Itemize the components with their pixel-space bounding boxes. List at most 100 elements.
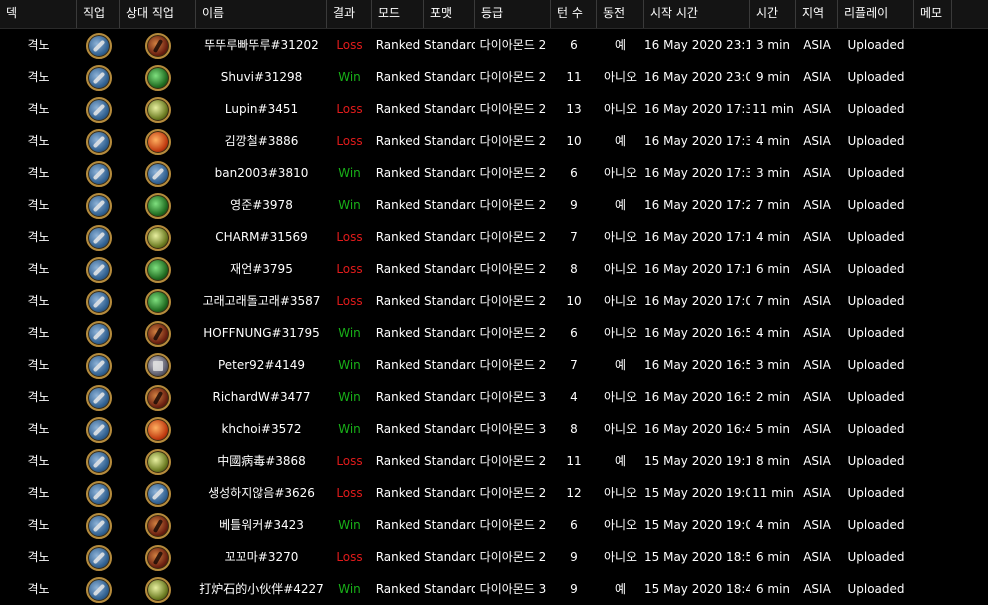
replay-status[interactable]: Uploaded xyxy=(838,93,914,125)
class-cell xyxy=(77,61,120,93)
rank: 다이아몬드 2 xyxy=(479,358,547,372)
replay-status[interactable]: Uploaded xyxy=(838,221,914,253)
deck-cell: 격노 xyxy=(27,518,50,532)
memo xyxy=(914,413,952,445)
column-header-memo[interactable]: 메모 xyxy=(914,0,952,28)
result: Loss xyxy=(336,294,363,308)
table-row[interactable]: 격노 打炉石的小伙伴#4227 Win Ranked Standard 다이아몬… xyxy=(0,573,988,605)
deck-cell: 격노 xyxy=(27,166,50,180)
table-row[interactable]: 격노 ban2003#3810 Win Ranked Standard 다이아몬… xyxy=(0,157,988,189)
deck-cell: 격노 xyxy=(27,582,50,596)
table-row[interactable]: 격노 Peter92#4149 Win Ranked Standard 다이아몬… xyxy=(0,349,988,381)
replay-status[interactable]: Uploaded xyxy=(838,285,914,317)
duration: 8 min xyxy=(755,454,791,468)
format: Standard xyxy=(424,454,475,468)
memo xyxy=(914,349,952,381)
column-header-mode[interactable]: 모드 xyxy=(372,0,424,28)
priest-icon xyxy=(145,352,171,379)
druid-icon xyxy=(145,256,171,283)
column-header-result[interactable]: 결과 xyxy=(327,0,372,28)
result: Win xyxy=(338,358,361,372)
opponent-name: 뚜뚜루빠뚜루#31202 xyxy=(204,38,319,52)
region: ASIA xyxy=(803,582,831,596)
table-row[interactable]: 격노 재언#3795 Loss Ranked Standard 다이아몬드 2 … xyxy=(0,253,988,285)
turns: 10 xyxy=(566,294,582,308)
column-header-rank[interactable]: 등급 xyxy=(475,0,551,28)
mode: Ranked xyxy=(375,390,421,404)
column-header-coin[interactable]: 동전 xyxy=(597,0,644,28)
class-cell xyxy=(77,413,120,445)
replay-status[interactable]: Uploaded xyxy=(838,445,914,477)
region: ASIA xyxy=(803,422,831,436)
table-row[interactable]: 격노 베틀워커#3423 Win Ranked Standard 다이아몬드 2… xyxy=(0,509,988,541)
replay-status[interactable]: Uploaded xyxy=(838,509,914,541)
rogue-icon xyxy=(85,576,112,603)
table-row[interactable]: 격노 고래고래돌고래#3587 Loss Ranked Standard 다이아… xyxy=(0,285,988,317)
column-header-name[interactable]: 이름 xyxy=(196,0,327,28)
table-row[interactable]: 격노 中國病毒#3868 Loss Ranked Standard 다이아몬드 … xyxy=(0,445,988,477)
table-row[interactable]: 격노 Shuvi#31298 Win Ranked Standard 다이아몬드… xyxy=(0,61,988,93)
mode: Ranked xyxy=(375,486,421,500)
rank: 다이아몬드 2 xyxy=(479,166,547,180)
memo xyxy=(914,445,952,477)
warrior-icon xyxy=(145,384,171,411)
replay-status[interactable]: Uploaded xyxy=(838,29,914,61)
rogue-icon xyxy=(85,480,112,507)
coin: 예 xyxy=(614,134,627,148)
rogue-icon xyxy=(85,224,112,251)
replay-status[interactable]: Uploaded xyxy=(838,317,914,349)
replay-status[interactable]: Uploaded xyxy=(838,477,914,509)
table-row[interactable]: 격노 CHARM#31569 Loss Ranked Standard 다이아몬… xyxy=(0,221,988,253)
turns: 6 xyxy=(570,518,578,532)
replay-status[interactable]: Uploaded xyxy=(838,541,914,573)
class-cell xyxy=(77,221,120,253)
deck-cell: 격노 xyxy=(27,38,50,52)
result: Win xyxy=(338,390,361,404)
opponent-name: 김깡철#3886 xyxy=(224,134,299,148)
replay-status[interactable]: Uploaded xyxy=(838,125,914,157)
table-row[interactable]: 격노 HOFFNUNG#31795 Win Ranked Standard 다이… xyxy=(0,317,988,349)
table-row[interactable]: 격노 뚜뚜루빠뚜루#31202 Loss Ranked Standard 다이아… xyxy=(0,29,988,61)
column-header-start-time[interactable]: 시작 시간 xyxy=(644,0,750,28)
replay-status[interactable]: Uploaded xyxy=(838,381,914,413)
column-header-replay[interactable]: 리플레이 xyxy=(838,0,914,28)
result: Win xyxy=(338,326,361,340)
duration: 5 min xyxy=(755,422,791,436)
format: Standard xyxy=(424,550,475,564)
result: Loss xyxy=(336,38,363,52)
replay-status[interactable]: Uploaded xyxy=(838,157,914,189)
replay-status[interactable]: Uploaded xyxy=(838,573,914,605)
format: Standard xyxy=(424,166,475,180)
replay-status[interactable]: Uploaded xyxy=(838,253,914,285)
table-row[interactable]: 격노 김깡철#3886 Loss Ranked Standard 다이아몬드 2… xyxy=(0,125,988,157)
replay-status[interactable]: Uploaded xyxy=(838,349,914,381)
class-cell xyxy=(77,157,120,189)
column-header-region[interactable]: 지역 xyxy=(796,0,838,28)
replay-status[interactable]: Uploaded xyxy=(838,189,914,221)
hunter-icon xyxy=(145,224,171,251)
column-header-class[interactable]: 직업 xyxy=(77,0,120,28)
column-header-opponent-class[interactable]: 상대 직업 xyxy=(120,0,196,28)
column-header-duration[interactable]: 시간 xyxy=(750,0,796,28)
mode: Ranked xyxy=(375,358,421,372)
mode: Ranked xyxy=(375,102,421,116)
memo xyxy=(914,541,952,573)
result: Win xyxy=(338,198,361,212)
replay-status[interactable]: Uploaded xyxy=(838,413,914,445)
table-row[interactable]: 격노 꼬꼬마#3270 Loss Ranked Standard 다이아몬드 2… xyxy=(0,541,988,573)
rank: 다이아몬드 2 xyxy=(479,486,547,500)
table-row[interactable]: 격노 khchoi#3572 Win Ranked Standard 다이아몬드… xyxy=(0,413,988,445)
table-row[interactable]: 격노 Lupin#3451 Loss Ranked Standard 다이아몬드… xyxy=(0,93,988,125)
region: ASIA xyxy=(803,70,831,84)
opponent-class-cell xyxy=(120,573,196,605)
replay-status[interactable]: Uploaded xyxy=(838,61,914,93)
column-header-format[interactable]: 포맷 xyxy=(424,0,475,28)
table-row[interactable]: 격노 영준#3978 Win Ranked Standard 다이아몬드 2 9… xyxy=(0,189,988,221)
start-time: 15 May 2020 18:55 xyxy=(644,550,750,564)
deck-cell: 격노 xyxy=(27,326,50,340)
start-time: 16 May 2020 23:02 xyxy=(644,70,750,84)
table-row[interactable]: 격노 생성하지않음#3626 Loss Ranked Standard 다이아몬… xyxy=(0,477,988,509)
column-header-turns[interactable]: 턴 수 xyxy=(551,0,597,28)
column-header-deck[interactable]: 덱 xyxy=(0,0,77,28)
table-row[interactable]: 격노 RichardW#3477 Win Ranked Standard 다이아… xyxy=(0,381,988,413)
